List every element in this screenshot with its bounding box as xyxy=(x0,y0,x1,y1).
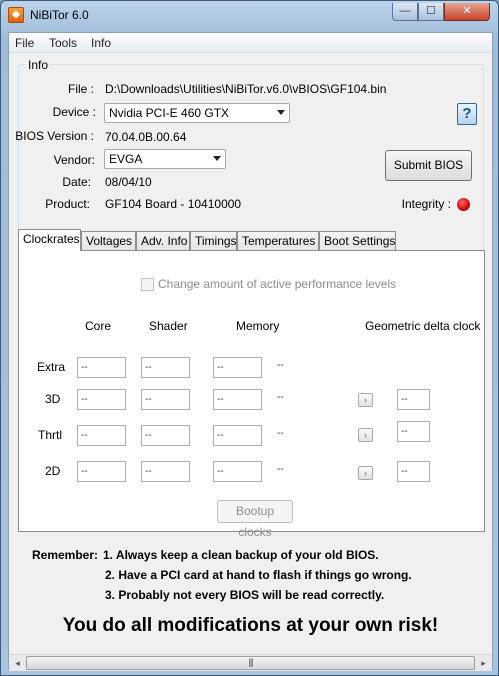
vendor-select[interactable]: EVGA xyxy=(104,149,226,169)
memory-2d-value: -- xyxy=(277,464,284,475)
tab-boot-settings[interactable]: Boot Settings xyxy=(319,231,396,250)
scroll-right-icon[interactable]: ▸ xyxy=(475,655,492,671)
risk-warning: You do all modifications at your own ris… xyxy=(62,615,439,636)
main-window: ◆ NiBiTor 6.0 — ☐ ✕ File Tools Info Info… xyxy=(0,0,499,676)
column-shader: Shader xyxy=(149,319,188,333)
menu-tools[interactable]: Tools xyxy=(49,36,77,50)
device-label: Device : xyxy=(52,105,96,119)
delta-2d-arrow-button[interactable]: › xyxy=(358,466,373,480)
memory-3d-value: -- xyxy=(277,392,284,403)
file-label: File : xyxy=(67,82,94,96)
device-select[interactable]: Nvidia PCI-E 460 GTX xyxy=(104,103,290,123)
scrollbar-thumb[interactable]: ||| xyxy=(26,656,475,670)
core-thrtl-field[interactable]: -- xyxy=(77,425,126,446)
memory-3d-field[interactable]: -- xyxy=(213,389,262,410)
shader-thrtl-field[interactable]: -- xyxy=(141,425,190,446)
info-group-label: Info xyxy=(26,58,51,72)
integrity-indicator-icon xyxy=(457,198,470,211)
tab-timings[interactable]: Timings xyxy=(190,231,237,250)
integrity-label: Integrity : xyxy=(401,197,451,211)
vendor-value: EVGA xyxy=(109,152,143,166)
device-value: Nvidia PCI-E 460 GTX xyxy=(109,106,230,120)
minimize-button[interactable]: — xyxy=(392,3,418,21)
memory-2d-field[interactable]: -- xyxy=(213,461,262,482)
close-button[interactable]: ✕ xyxy=(444,3,490,21)
delta-thrtl-arrow-button[interactable]: › xyxy=(358,428,373,442)
performance-levels-label: Change amount of active performance leve… xyxy=(158,277,397,291)
remember-line-3: 3. Probably not every BIOS will be read … xyxy=(105,588,385,602)
column-core: Core xyxy=(85,319,112,333)
row-label-2d: 2D xyxy=(45,464,61,478)
window-title: NiBiTor 6.0 xyxy=(30,8,89,22)
memory-thrtl-field[interactable]: -- xyxy=(213,425,262,446)
core-2d-field[interactable]: -- xyxy=(77,461,126,482)
performance-levels-checkbox[interactable] xyxy=(141,278,154,291)
remember-label: Remember: xyxy=(32,548,99,562)
tab-adv-info[interactable]: Adv. Info xyxy=(136,231,190,250)
maximize-button[interactable]: ☐ xyxy=(418,3,444,21)
chevron-down-icon xyxy=(213,156,221,161)
title-bar[interactable]: ◆ NiBiTor 6.0 — ☐ ✕ xyxy=(1,1,498,29)
row-label-extra: Extra xyxy=(37,360,66,374)
delta-3d-arrow-button[interactable]: › xyxy=(358,393,373,407)
client-area: File Tools Info Info File : D:\Downloads… xyxy=(8,32,493,671)
app-icon[interactable]: ◆ xyxy=(8,7,24,23)
column-memory: Memory xyxy=(236,319,280,333)
delta-thrtl-field[interactable]: -- xyxy=(397,421,430,442)
tab-clockrates[interactable]: Clockrates xyxy=(18,229,81,251)
menu-bar: File Tools Info xyxy=(9,33,492,53)
tab-temperatures[interactable]: Temperatures xyxy=(237,231,319,250)
row-label-3d: 3D xyxy=(45,392,61,406)
memory-thrtl-value: -- xyxy=(277,428,284,439)
bios-version-label: BIOS Version : xyxy=(15,129,94,143)
date-value: 08/04/10 xyxy=(105,175,152,189)
submit-bios-button[interactable]: Submit BIOS xyxy=(385,150,472,181)
scroll-left-icon[interactable]: ◂ xyxy=(9,655,26,671)
product-label: Product: xyxy=(45,197,90,211)
delta-2d-field[interactable]: -- xyxy=(397,461,430,482)
bios-version-value: 70.04.0B.00.64 xyxy=(105,130,187,144)
remember-line-2: 2. Have a PCI card at hand to flash if t… xyxy=(105,568,412,582)
core-3d-field[interactable]: -- xyxy=(77,389,126,410)
horizontal-scrollbar[interactable]: ◂ ||| ▸ xyxy=(9,654,492,671)
remember-line-1: 1. Always keep a clean backup of your ol… xyxy=(103,548,379,562)
delta-3d-field[interactable]: -- xyxy=(397,389,430,410)
menu-info[interactable]: Info xyxy=(91,36,111,50)
file-path: D:\Downloads\Utilities\NiBiTor.v6.0\vBIO… xyxy=(105,82,387,96)
menu-file[interactable]: File xyxy=(15,36,34,50)
chevron-down-icon xyxy=(277,110,285,115)
bootup-clocks-button[interactable]: Bootup clocks xyxy=(217,500,293,539)
memory-extra-field[interactable]: -- xyxy=(213,357,262,378)
shader-3d-field[interactable]: -- xyxy=(141,389,190,410)
shader-2d-field[interactable]: -- xyxy=(141,461,190,482)
core-extra-field[interactable]: -- xyxy=(77,357,126,378)
product-value: GF104 Board - 10410000 xyxy=(105,197,242,211)
memory-extra-value: -- xyxy=(277,360,284,371)
column-geometric-delta-clock: Geometric delta clock xyxy=(365,319,481,333)
tab-voltages[interactable]: Voltages xyxy=(81,231,136,250)
clockrates-panel: Change amount of active performance leve… xyxy=(18,250,485,539)
row-label-thrtl: Thrtl xyxy=(38,428,62,442)
vendor-label: Vendor: xyxy=(53,153,95,167)
tab-strip: Clockrates Voltages Adv. Info Timings Te… xyxy=(18,229,484,251)
date-label: Date: xyxy=(62,175,91,189)
shader-extra-field[interactable]: -- xyxy=(141,357,190,378)
help-button[interactable]: ? xyxy=(457,103,477,125)
